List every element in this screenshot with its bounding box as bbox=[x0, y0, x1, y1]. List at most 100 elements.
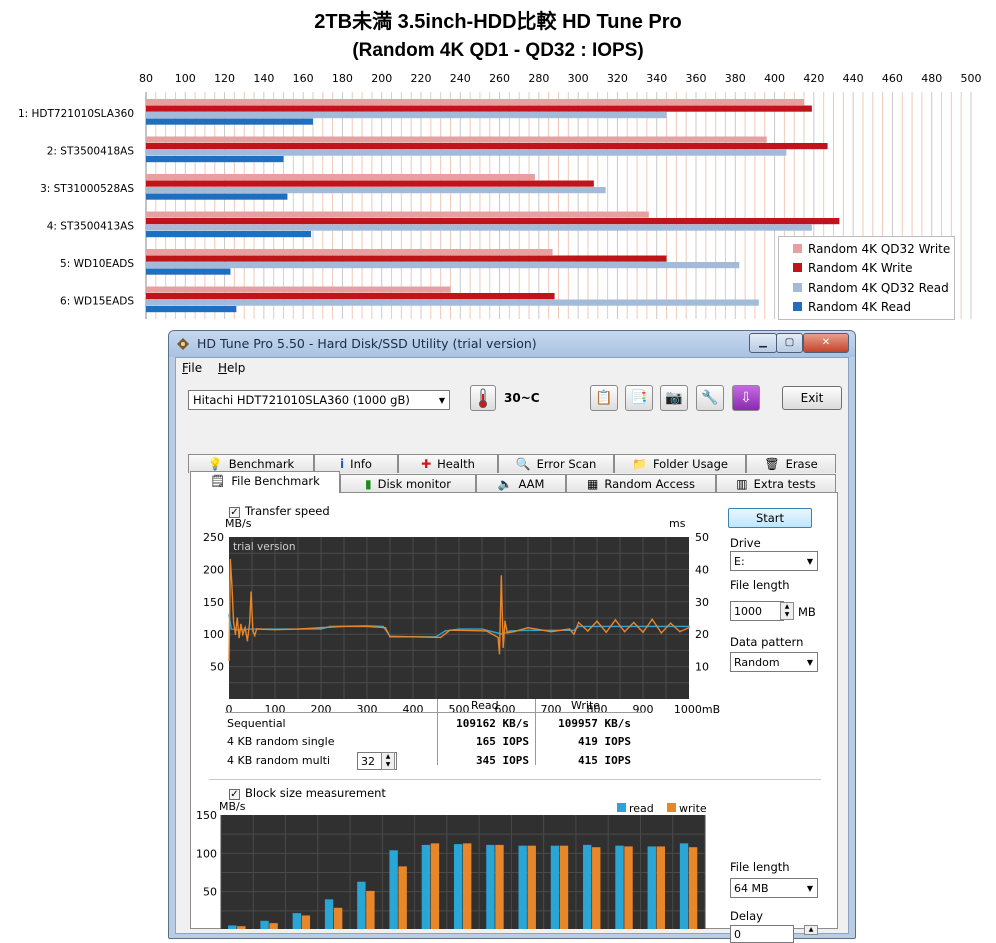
bar-1 bbox=[146, 136, 767, 143]
options-button[interactable]: 🔧 bbox=[696, 385, 724, 411]
file-length-input[interactable]: 1000 bbox=[730, 601, 784, 621]
sequential-label: Sequential bbox=[227, 717, 286, 730]
y-tick-label: 150 bbox=[196, 809, 217, 822]
y-tick-label: 100 bbox=[196, 847, 217, 860]
bar-write bbox=[237, 926, 246, 929]
tab-health[interactable]: ✚ Health bbox=[398, 454, 498, 473]
title-bar[interactable]: HD Tune Pro 5.50 - Hard Disk/SSD Utility… bbox=[169, 331, 855, 357]
delay-label: Delay bbox=[730, 909, 763, 923]
queue-depth-stepper[interactable]: ▲ ▼ bbox=[381, 752, 395, 770]
tab-error-scan[interactable]: 🔍 Error Scan bbox=[498, 454, 614, 473]
tab-file-benchmark[interactable]: 🗒 File Benchmark bbox=[190, 471, 340, 493]
delay-stepper[interactable]: ▲ bbox=[804, 925, 818, 935]
bar-write bbox=[366, 890, 375, 929]
bar-write bbox=[527, 845, 536, 929]
data-point-write bbox=[389, 635, 391, 638]
data-point-write bbox=[614, 619, 617, 621]
bar-read bbox=[647, 846, 656, 929]
exit-button[interactable]: Exit bbox=[782, 386, 842, 410]
data-point-write bbox=[669, 622, 672, 624]
temperature-button[interactable] bbox=[470, 385, 496, 411]
drive-label: Drive bbox=[730, 536, 761, 550]
bar-read bbox=[583, 844, 592, 929]
temperature-value: 30~C bbox=[504, 391, 540, 405]
data-point-write bbox=[320, 626, 322, 629]
tab-aam[interactable]: 🔈 AAM bbox=[476, 474, 566, 493]
tab-erase[interactable]: 🗑 Erase bbox=[746, 454, 836, 473]
data-point-write bbox=[252, 630, 254, 632]
save-button[interactable]: ⇩ bbox=[732, 385, 760, 411]
bar-4 bbox=[146, 268, 231, 275]
data-point-write bbox=[498, 652, 501, 655]
legend-swatch-icon bbox=[793, 244, 802, 253]
y2-tick-label: 40 bbox=[695, 563, 709, 576]
bar-2 bbox=[146, 218, 840, 225]
close-icon: ✕ bbox=[821, 337, 831, 348]
extra-tests-icon: ▥ bbox=[736, 477, 748, 491]
tab-folder-usage[interactable]: 📁 Folder Usage bbox=[614, 454, 746, 473]
random-multi-write-value: 415 IOPS bbox=[578, 754, 631, 767]
y-tick-label: 50 bbox=[203, 886, 217, 899]
target-drive-select[interactable]: E: ▼ bbox=[730, 551, 818, 571]
tab-random-access[interactable]: ▦ Random Access bbox=[566, 474, 716, 493]
maximize-button[interactable]: ▢ bbox=[776, 333, 803, 353]
screenshot-button[interactable]: 📷 bbox=[660, 385, 688, 411]
legend-item-read: Random 4K Read bbox=[793, 298, 911, 316]
data-point-read bbox=[230, 628, 233, 630]
thermometer-icon bbox=[479, 388, 487, 408]
bar-read bbox=[421, 844, 431, 929]
bar-write bbox=[495, 844, 504, 929]
block-file-length-select[interactable]: 64 MB ▼ bbox=[730, 878, 818, 898]
section-divider bbox=[209, 779, 821, 780]
block-size-checkbox[interactable]: ✓ bbox=[229, 789, 240, 800]
bar-1 bbox=[146, 211, 649, 218]
drive-select[interactable]: Hitachi HDT721010SLA360 (1000 gB) ▼ bbox=[188, 390, 450, 410]
x-tick-label: 140 bbox=[253, 72, 274, 85]
y-tick-label: 200 bbox=[203, 563, 224, 576]
close-button[interactable]: ✕ bbox=[803, 333, 849, 353]
x-tick-label: 280 bbox=[528, 72, 549, 85]
bar-read bbox=[389, 850, 398, 929]
chevron-down-icon: ▼ bbox=[806, 557, 813, 566]
clipboard-icon: 📑 bbox=[630, 390, 648, 406]
hdtune-app-icon bbox=[177, 338, 189, 350]
random-multi-read-value: 345 IOPS bbox=[476, 754, 529, 767]
data-point-write bbox=[623, 630, 626, 633]
file-length-label: File length bbox=[730, 578, 790, 592]
bar-read bbox=[228, 925, 237, 929]
read-column-header: Read bbox=[471, 699, 499, 712]
delay-input[interactable]: 0 bbox=[730, 925, 794, 943]
start-button[interactable]: Start bbox=[728, 508, 812, 528]
menu-bar: File Help bbox=[176, 358, 848, 378]
bar-write bbox=[624, 846, 633, 929]
bar-read bbox=[615, 845, 624, 929]
file-benchmark-icon: 🗒 bbox=[210, 474, 226, 488]
bar-4 bbox=[146, 118, 313, 125]
tab-disk-monitor[interactable]: ▮ Disk monitor bbox=[340, 474, 476, 493]
results-header-line bbox=[225, 712, 645, 713]
data-point-write bbox=[497, 636, 499, 639]
data-point-write bbox=[255, 628, 258, 630]
bar-write bbox=[398, 866, 407, 929]
block-size-label: Block size measurement bbox=[245, 786, 386, 800]
bar-write bbox=[301, 915, 311, 929]
copy-text-button[interactable]: 📋 bbox=[590, 385, 618, 411]
bar-2 bbox=[146, 143, 828, 150]
random-single-read-value: 165 IOPS bbox=[476, 735, 529, 748]
menu-file[interactable]: File bbox=[182, 361, 202, 375]
data-point-write bbox=[513, 630, 515, 633]
copy-settings-button[interactable]: 📑 bbox=[625, 385, 653, 411]
bar-2 bbox=[146, 255, 667, 262]
menu-help[interactable]: Help bbox=[218, 361, 245, 375]
data-pattern-select[interactable]: Random ▼ bbox=[730, 652, 818, 672]
minimize-button[interactable]: ▁ bbox=[749, 333, 777, 353]
x-tick-label: 500 bbox=[961, 72, 982, 85]
bar-4 bbox=[146, 193, 288, 200]
y2-tick-label: 20 bbox=[695, 628, 709, 641]
file-length-stepper[interactable]: ▲ ▼ bbox=[780, 602, 794, 620]
data-point-write bbox=[568, 628, 571, 630]
data-point-write bbox=[366, 625, 368, 628]
tab-extra-tests[interactable]: ▥ Extra tests bbox=[716, 474, 836, 493]
data-point-write bbox=[244, 626, 246, 629]
write-column-header: Write bbox=[571, 699, 601, 712]
